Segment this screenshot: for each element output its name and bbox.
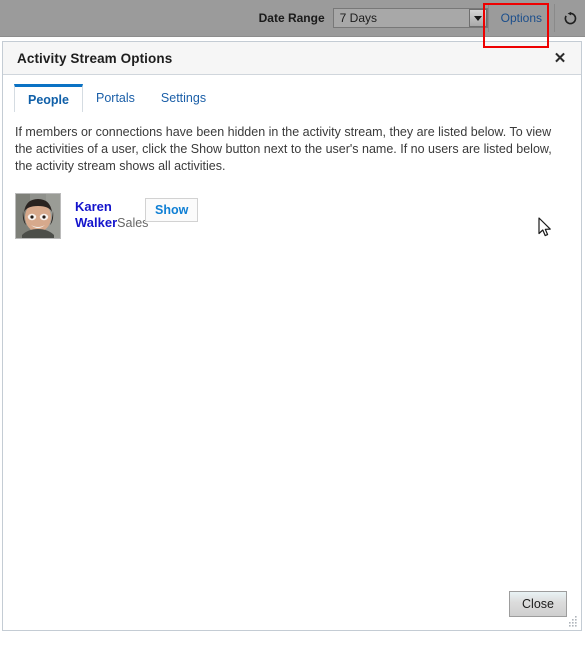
- hidden-users-list: Karen WalkerSales Show: [15, 191, 569, 241]
- user-identity: Karen WalkerSales: [75, 193, 149, 231]
- tab-people[interactable]: People: [14, 84, 83, 112]
- user-lastname-link[interactable]: Walker: [75, 215, 117, 230]
- show-button[interactable]: Show: [145, 198, 199, 222]
- tab-people-label: People: [28, 92, 69, 107]
- tab-portals-label: Portals: [96, 91, 135, 105]
- top-toolbar: Date Range 7 Days Options: [0, 0, 585, 37]
- resize-grip-icon[interactable]: [567, 616, 578, 627]
- user-department: Sales: [117, 216, 149, 230]
- toolbar-controls: Date Range 7 Days Options: [259, 0, 585, 36]
- refresh-icon[interactable]: [555, 3, 585, 33]
- dialog-title: Activity Stream Options: [17, 50, 173, 66]
- close-icon[interactable]: ✕: [549, 47, 571, 69]
- avatar: [15, 193, 61, 239]
- date-range-select[interactable]: 7 Days: [332, 8, 488, 28]
- date-range-label: Date Range: [258, 11, 325, 25]
- tab-portals[interactable]: Portals: [83, 84, 148, 112]
- hidden-users-description: If members or connections have been hidd…: [15, 125, 552, 173]
- list-item: Karen WalkerSales Show: [15, 191, 569, 241]
- user-name-link[interactable]: Karen: [75, 199, 112, 214]
- options-button[interactable]: Options: [489, 3, 554, 33]
- close-button[interactable]: Close: [509, 591, 567, 617]
- chevron-down-icon[interactable]: [468, 9, 487, 27]
- dialog-body: If members or connections have been hidd…: [3, 112, 581, 578]
- dialog-tabs: People Portals Settings: [3, 84, 581, 112]
- activity-stream-options-dialog: Activity Stream Options ✕ People Portals…: [2, 41, 582, 631]
- date-range-value: 7 Days: [339, 11, 377, 25]
- tab-settings-label: Settings: [160, 91, 207, 105]
- row-actions: Show: [145, 193, 199, 222]
- tab-settings[interactable]: Settings: [148, 84, 219, 112]
- dialog-header: Activity Stream Options ✕: [3, 42, 581, 75]
- dialog-footer: Close: [3, 578, 581, 630]
